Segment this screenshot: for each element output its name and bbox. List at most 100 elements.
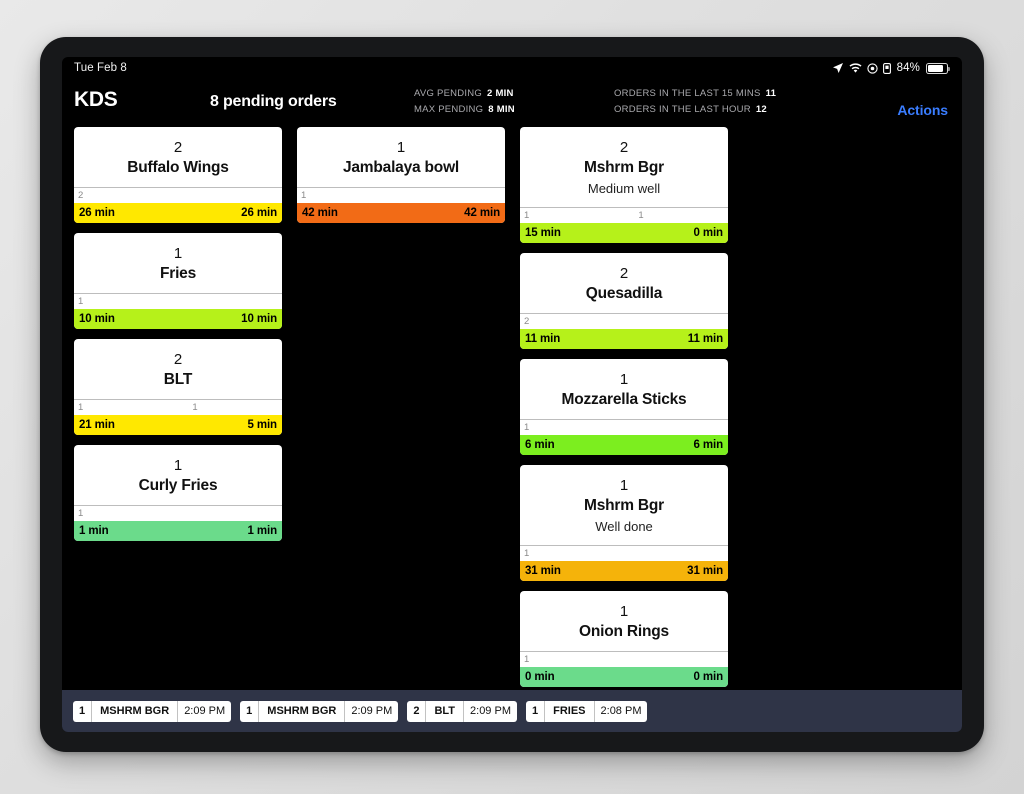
segment-count-row: 1 xyxy=(74,505,282,521)
timer-segment: 15 min xyxy=(520,223,635,243)
order-card[interactable]: 2 Buffalo Wings 2 26 min 26 min xyxy=(74,127,282,223)
timer-left-value: 10 min xyxy=(79,313,115,325)
order-board: 2 Buffalo Wings 2 26 min 26 min 1 Fries 1 10 min… xyxy=(62,127,962,690)
timer-right-value: 6 min xyxy=(693,439,723,451)
recent-ticket-chip[interactable]: 1 MSHRM BGR 2:09 PM xyxy=(73,700,232,722)
actions-button[interactable]: Actions xyxy=(897,102,948,118)
segment-count: 1 xyxy=(524,210,530,221)
timer-left-value: 1 min xyxy=(79,525,109,537)
battery-lock-icon xyxy=(882,62,891,74)
timer-left-value: 15 min xyxy=(525,227,561,239)
segment-count: 1 xyxy=(638,210,644,221)
order-item-name: Fries xyxy=(159,265,197,282)
recent-ticket-chip[interactable]: 2 BLT 2:09 PM xyxy=(407,700,517,722)
recent-ticket-chip[interactable]: 1 MSHRM BGR 2:09 PM xyxy=(240,700,399,722)
order-card[interactable]: 1 Fries 1 10 min 10 min xyxy=(74,233,282,329)
order-card[interactable]: 2 Mshrm Bgr Medium well 1 1 15 min 0 min xyxy=(520,127,728,243)
timer-segment: 10 min 10 min xyxy=(74,309,282,329)
stat-value: 11 xyxy=(765,88,777,99)
order-quantity: 1 xyxy=(619,477,629,494)
order-card[interactable]: 1 Mozzarella Sticks 1 6 min 6 min xyxy=(520,359,728,455)
segment-count: 1 xyxy=(301,190,307,201)
timer-segment: 1 min 1 min xyxy=(74,521,282,541)
order-timer-bar: 10 min 10 min xyxy=(74,309,282,329)
segment-count: 1 xyxy=(524,654,530,665)
order-timer-bar: 26 min 26 min xyxy=(74,203,282,223)
order-card[interactable]: 2 Quesadilla 2 11 min 11 min xyxy=(520,253,728,349)
timer-right-value: 42 min xyxy=(464,207,500,219)
orders-stats-group: ORDERS IN THE LAST 15 MINS 11 ORDERS IN T… xyxy=(614,86,776,118)
pending-orders-count: 8 pending orders xyxy=(210,93,337,110)
segment-count-row: 2 xyxy=(520,313,728,329)
order-card-body: 2 Buffalo Wings xyxy=(74,127,282,187)
timer-segment: 6 min 6 min xyxy=(520,435,728,455)
order-card[interactable]: 1 Onion Rings 1 0 min 0 min xyxy=(520,591,728,687)
stat-value: 12 xyxy=(755,104,767,115)
order-timer-bar: 6 min 6 min xyxy=(520,435,728,455)
stat-row-max-pending: MAX PENDING 8 MIN xyxy=(414,102,515,118)
order-item-name: Jambalaya bowl xyxy=(342,159,460,176)
segment-count-row: 1 xyxy=(520,545,728,561)
order-card-body: 1 Mshrm Bgr Well done xyxy=(520,465,728,545)
timer-right-value: 5 min xyxy=(247,419,277,431)
stat-label: MAX PENDING xyxy=(414,104,484,115)
stat-row-orders-hour: ORDERS IN THE LAST HOUR 12 xyxy=(614,102,776,118)
timer-segment: 0 min 0 min xyxy=(520,667,728,687)
segment-count: 1 xyxy=(78,508,84,519)
ticket-item-name: FRIES xyxy=(544,700,595,722)
order-card[interactable]: 1 Mshrm Bgr Well done 1 31 min 31 min xyxy=(520,465,728,581)
order-timer-bar: 0 min 0 min xyxy=(520,667,728,687)
circle-target-icon xyxy=(867,62,878,74)
recent-tickets-bar: 1 MSHRM BGR 2:09 PM 1 MSHRM BGR 2:09 PM 2 BLT 2:… xyxy=(62,690,962,732)
segment-count: 1 xyxy=(78,296,84,307)
timer-left-value: 31 min xyxy=(525,565,561,577)
timer-left-value: 0 min xyxy=(525,671,555,683)
order-item-name: Mozzarella Sticks xyxy=(561,391,687,408)
order-column: 1 Jambalaya bowl 1 42 min 42 min xyxy=(297,127,505,223)
segment-count: 2 xyxy=(524,316,530,327)
timer-right-value: 0 min xyxy=(693,671,723,683)
battery-percent-label: 84% xyxy=(896,62,920,74)
stat-row-avg-pending: AVG PENDING 2 MIN xyxy=(414,86,515,102)
order-card-body: 1 Mozzarella Sticks xyxy=(520,359,728,419)
timer-left-value: 26 min xyxy=(79,207,115,219)
ticket-item-name: MSHRM BGR xyxy=(91,700,179,722)
order-column: 2 Buffalo Wings 2 26 min 26 min 1 Fries 1 10 min… xyxy=(74,127,282,541)
order-item-name: Mshrm Bgr xyxy=(583,159,664,176)
segment-count-row: 1 xyxy=(520,651,728,667)
order-card[interactable]: 1 Jambalaya bowl 1 42 min 42 min xyxy=(297,127,505,223)
order-column: 2 Mshrm Bgr Medium well 1 1 15 min 0 min 2 Quesa… xyxy=(520,127,728,687)
order-timer-bar: 21 min 5 min xyxy=(74,415,282,435)
order-timer-bar: 11 min 11 min xyxy=(520,329,728,349)
order-quantity: 1 xyxy=(396,139,406,156)
order-item-modifier: Well done xyxy=(595,519,653,534)
segment-count-row: 1 xyxy=(520,419,728,435)
timer-right-value: 10 min xyxy=(241,313,277,325)
timer-left-value: 21 min xyxy=(79,419,115,431)
timer-right-value: 11 min xyxy=(687,333,723,345)
order-timer-bar: 31 min 31 min xyxy=(520,561,728,581)
order-quantity: 2 xyxy=(173,351,183,368)
recent-ticket-chip[interactable]: 1 FRIES 2:08 PM xyxy=(525,700,648,722)
timer-left-value: 42 min xyxy=(302,207,338,219)
order-item-name: Onion Rings xyxy=(579,623,669,640)
timer-right-value: 1 min xyxy=(247,525,277,537)
location-arrow-icon xyxy=(832,63,843,73)
ticket-time: 2:08 PM xyxy=(600,705,642,717)
order-card[interactable]: 2 BLT 1 1 21 min 5 min xyxy=(74,339,282,435)
order-quantity: 1 xyxy=(619,603,629,620)
segment-count-row: 11 xyxy=(520,207,728,223)
order-quantity: 2 xyxy=(619,265,629,282)
ticket-quantity: 1 xyxy=(246,705,253,717)
order-quantity: 1 xyxy=(173,245,183,262)
order-timer-bar: 42 min 42 min xyxy=(297,203,505,223)
order-card-body: 1 Fries xyxy=(74,233,282,293)
segment-count: 1 xyxy=(78,402,84,413)
wifi-icon xyxy=(849,62,862,73)
stat-label: AVG PENDING xyxy=(414,88,483,99)
order-card[interactable]: 1 Curly Fries 1 1 min 1 min xyxy=(74,445,282,541)
status-bar-indicators: 84% xyxy=(832,62,951,74)
tablet-device-frame: Tue Feb 8 84% KDS 8 pending orders AVG P… xyxy=(40,37,984,752)
order-card-body: 1 Onion Rings xyxy=(520,591,728,651)
timer-segment: 11 min 11 min xyxy=(520,329,728,349)
